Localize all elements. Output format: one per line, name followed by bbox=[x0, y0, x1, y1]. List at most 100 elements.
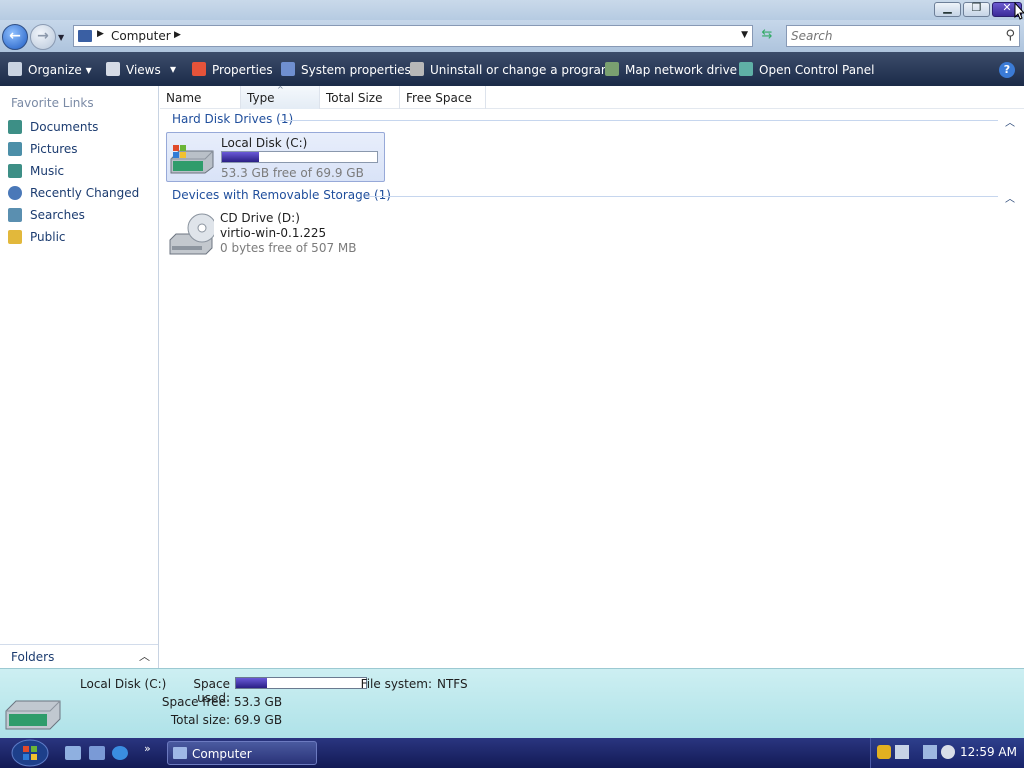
views-dropdown[interactable]: ▾ bbox=[170, 62, 176, 76]
mouse-cursor-icon bbox=[1014, 2, 1024, 20]
search-icon[interactable]: ⚲ bbox=[1005, 28, 1015, 43]
minimize-button[interactable]: ▁ bbox=[934, 1, 961, 17]
folders-label: Folders bbox=[11, 650, 55, 664]
refresh-button[interactable]: ⇆ bbox=[756, 27, 778, 45]
group-divider bbox=[280, 120, 998, 121]
cd-drive-icon bbox=[169, 213, 214, 255]
start-button[interactable] bbox=[10, 739, 50, 767]
sidebar-item-label: Public bbox=[30, 230, 66, 244]
address-bar[interactable]: ▶ Computer ▶ ▼ bbox=[73, 25, 753, 47]
file-system-label: File system: bbox=[360, 677, 432, 691]
navigation-pane: Favorite Links Documents Pictures Music … bbox=[0, 86, 159, 668]
searches-icon bbox=[8, 208, 22, 222]
title-bar: ▁ ❐ ✕ bbox=[0, 0, 1024, 20]
switch-windows-icon[interactable] bbox=[89, 746, 105, 760]
views-label: Views bbox=[126, 63, 161, 77]
sidebar-item-label: Searches bbox=[30, 208, 85, 222]
drive-volume-label: virtio-win-0.1.225 bbox=[220, 226, 327, 240]
sidebar-item-label: Recently Changed bbox=[30, 186, 140, 200]
sidebar-item-recently-changed[interactable]: Recently Changed bbox=[8, 184, 156, 204]
sidebar-item-label: Pictures bbox=[30, 142, 78, 156]
search-input[interactable] bbox=[791, 27, 991, 45]
views-button[interactable]: Views bbox=[106, 62, 161, 77]
breadcrumb-chevron-icon[interactable]: ▶ bbox=[174, 30, 181, 40]
documents-icon bbox=[8, 120, 22, 134]
total-size-label: Total size: bbox=[170, 713, 230, 727]
taskbar-window-label: Computer bbox=[192, 747, 252, 761]
sidebar-item-pictures[interactable]: Pictures bbox=[8, 140, 156, 160]
total-size-value: 69.9 GB bbox=[234, 713, 283, 727]
control-panel-label: Open Control Panel bbox=[759, 63, 875, 77]
internet-explorer-icon[interactable] bbox=[112, 746, 128, 760]
maximize-button[interactable]: ❐ bbox=[963, 1, 990, 17]
properties-label: Properties bbox=[212, 63, 273, 77]
sidebar-item-music[interactable]: Music bbox=[8, 162, 156, 182]
space-used-fill bbox=[236, 678, 268, 688]
clock[interactable]: 12:59 AM bbox=[960, 745, 1017, 759]
quick-launch-more-icon[interactable]: » bbox=[144, 742, 151, 755]
drive-local-disk-c[interactable]: Local Disk (C:) 53.3 GB free of 69.9 GB bbox=[166, 132, 385, 182]
back-arrow-icon: ← bbox=[9, 28, 21, 44]
system-properties-label: System properties bbox=[301, 63, 411, 77]
help-button[interactable]: ? bbox=[999, 62, 1015, 78]
details-pane: Local Disk (C:) Space used: File system:… bbox=[0, 668, 1024, 738]
show-desktop-icon[interactable] bbox=[65, 746, 81, 760]
properties-button[interactable]: Properties bbox=[192, 62, 273, 77]
system-properties-icon bbox=[281, 62, 295, 76]
breadcrumb-chevron-icon[interactable]: ▶ bbox=[97, 29, 104, 39]
file-system-value: NTFS bbox=[437, 677, 468, 691]
back-button[interactable]: ← bbox=[2, 24, 28, 50]
volume-muted-icon[interactable] bbox=[941, 745, 955, 759]
sort-ascending-icon: ^ bbox=[277, 85, 284, 94]
sidebar-item-label: Music bbox=[30, 164, 65, 178]
column-header-free-space[interactable]: Free Space bbox=[400, 86, 486, 109]
favorite-links-header: Favorite Links bbox=[11, 96, 94, 110]
forward-arrow-icon: → bbox=[37, 28, 49, 44]
group-header-removable[interactable]: Devices with Removable Storage (1) bbox=[172, 188, 391, 202]
space-free-value: 53.3 GB bbox=[234, 695, 283, 709]
drive-name: Local Disk (C:) bbox=[221, 136, 308, 150]
group-header-hard-disks[interactable]: Hard Disk Drives (1) bbox=[172, 112, 293, 126]
taskbar-window-computer[interactable]: Computer bbox=[167, 741, 317, 765]
network-connection-icon[interactable] bbox=[923, 745, 937, 759]
open-control-panel-button[interactable]: Open Control Panel bbox=[739, 62, 874, 77]
forward-button[interactable]: → bbox=[30, 24, 56, 50]
column-header-name[interactable]: Name bbox=[160, 86, 241, 109]
column-header-total-size[interactable]: Total Size bbox=[320, 86, 400, 109]
sidebar-item-public[interactable]: Public bbox=[8, 228, 156, 248]
sidebar-item-documents[interactable]: Documents bbox=[8, 118, 156, 138]
sidebar-item-searches[interactable]: Searches bbox=[8, 206, 156, 226]
hard-drive-icon bbox=[5, 700, 61, 730]
programs-icon bbox=[410, 62, 424, 76]
computer-icon bbox=[173, 747, 187, 759]
properties-checkmark-icon bbox=[192, 62, 206, 76]
maximize-icon: ❐ bbox=[971, 1, 982, 14]
drive-usage-bar bbox=[221, 151, 378, 163]
network-icon[interactable] bbox=[895, 745, 909, 759]
folders-toggle[interactable]: Folders ︿ bbox=[0, 644, 158, 668]
search-box[interactable]: ⚲ bbox=[786, 25, 1020, 47]
collapse-group-icon[interactable]: ︿ bbox=[1005, 190, 1015, 205]
security-shield-icon[interactable] bbox=[877, 745, 891, 759]
details-title: Local Disk (C:) bbox=[80, 677, 167, 691]
column-header-type[interactable]: ^ Type bbox=[241, 85, 320, 109]
map-drive-label: Map network drive bbox=[625, 63, 738, 77]
uninstall-label: Uninstall or change a program bbox=[430, 63, 613, 77]
address-dropdown-icon[interactable]: ▼ bbox=[741, 30, 748, 40]
drive-cd-d[interactable]: CD Drive (D:) virtio-win-0.1.225 0 bytes… bbox=[166, 208, 385, 258]
views-icon bbox=[106, 62, 120, 76]
organize-button[interactable]: Organize ▾ bbox=[8, 62, 92, 77]
map-network-drive-button[interactable]: Map network drive bbox=[605, 62, 737, 77]
uninstall-program-button[interactable]: Uninstall or change a program bbox=[410, 62, 613, 77]
organize-icon bbox=[8, 62, 22, 76]
pictures-icon bbox=[8, 142, 22, 156]
column-headers: Name ^ Type Total Size Free Space bbox=[160, 85, 1024, 109]
organize-label: Organize bbox=[28, 63, 82, 77]
computer-icon bbox=[78, 30, 92, 42]
collapse-group-icon[interactable]: ︿ bbox=[1005, 114, 1015, 129]
recent-pages-dropdown[interactable]: ▼ bbox=[58, 33, 64, 42]
hard-drive-icon bbox=[170, 145, 214, 174]
group-divider bbox=[365, 196, 998, 197]
breadcrumb-computer[interactable]: Computer bbox=[111, 29, 171, 43]
system-properties-button[interactable]: System properties bbox=[281, 62, 411, 77]
